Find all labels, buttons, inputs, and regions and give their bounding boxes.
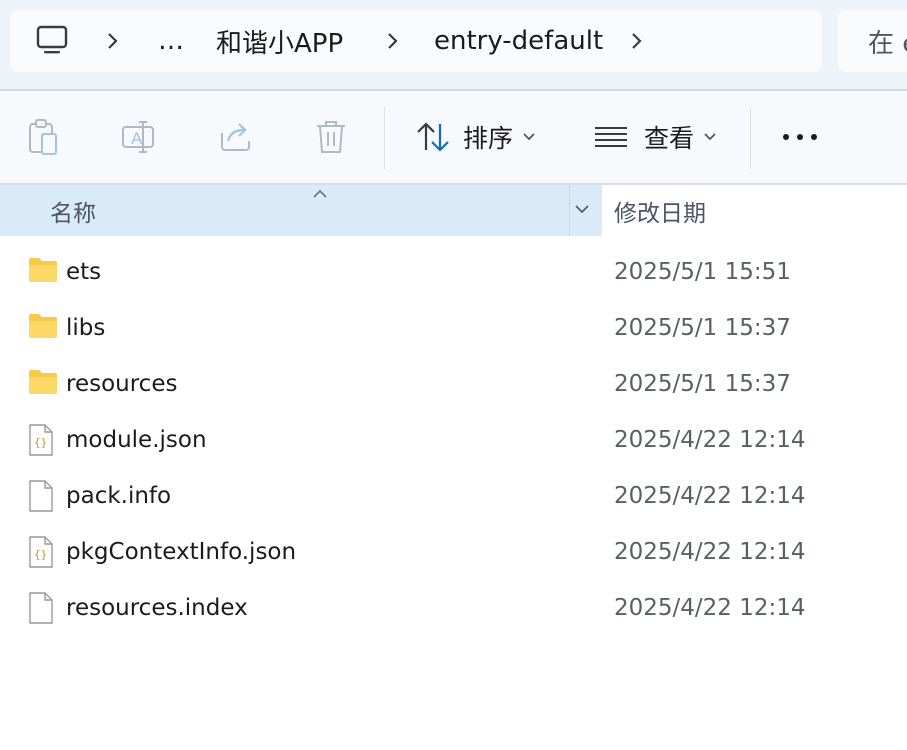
- file-icon: [28, 480, 58, 512]
- file-name: pkgContextInfo.json: [66, 539, 297, 565]
- column-header-name-label: 名称: [50, 200, 96, 227]
- file-date: 2025/4/22 12:14: [614, 595, 806, 621]
- view-list-icon: [595, 127, 627, 147]
- this-pc-icon[interactable]: [36, 24, 68, 60]
- file-row[interactable]: {} module.json 2025/4/22 12:14: [0, 412, 907, 468]
- delete-button[interactable]: [314, 91, 348, 183]
- svg-text:{}: {}: [34, 548, 47, 561]
- file-row[interactable]: pack.info 2025/4/22 12:14: [0, 468, 907, 524]
- sort-icon: [417, 122, 449, 152]
- breadcrumb[interactable]: … 和谐小APP entry-default: [10, 10, 822, 72]
- file-date: 2025/4/22 12:14: [614, 539, 806, 565]
- file-row[interactable]: ets 2025/5/1 15:51: [0, 244, 907, 300]
- sort-ascending-icon: [312, 184, 328, 203]
- file-date: 2025/4/22 12:14: [614, 483, 806, 509]
- chevron-right-icon[interactable]: [630, 10, 644, 72]
- chevron-down-icon: [704, 133, 716, 141]
- sort-button[interactable]: 排序: [415, 91, 535, 183]
- rename-button[interactable]: A: [121, 91, 157, 183]
- toolbar-separator: [750, 107, 751, 169]
- breadcrumb-item-app[interactable]: 和谐小APP: [216, 10, 343, 72]
- file-icon: [28, 592, 58, 624]
- file-date: 2025/4/22 12:14: [614, 427, 806, 453]
- chevron-down-icon: [523, 133, 535, 141]
- search-placeholder: 在 e: [868, 28, 907, 59]
- file-date: 2025/5/1 15:37: [614, 315, 791, 341]
- folder-icon: [28, 312, 58, 344]
- sort-label: 排序: [463, 124, 514, 153]
- json-file-icon: {}: [28, 424, 58, 456]
- file-row[interactable]: {} pkgContextInfo.json 2025/4/22 12:14: [0, 524, 907, 580]
- json-file-icon: {}: [28, 536, 58, 568]
- file-name: ets: [66, 259, 102, 285]
- file-date: 2025/5/1 15:51: [614, 259, 791, 285]
- column-header-date-modified[interactable]: 修改日期: [614, 185, 706, 236]
- file-name: module.json: [66, 427, 207, 453]
- file-name: resources.index: [66, 595, 248, 621]
- file-row[interactable]: resources.index 2025/4/22 12:14: [0, 580, 907, 636]
- folder-icon: [28, 368, 58, 400]
- svg-text:A: A: [131, 129, 143, 148]
- file-row[interactable]: libs 2025/5/1 15:37: [0, 300, 907, 356]
- toolbar-separator: [384, 107, 385, 169]
- folder-icon: [28, 256, 58, 288]
- more-options-button[interactable]: [782, 91, 818, 183]
- command-bar: A 排序 查看: [0, 91, 907, 183]
- chevron-right-icon[interactable]: [386, 10, 400, 72]
- clipboard-icon: [29, 119, 57, 155]
- column-divider[interactable]: [569, 185, 570, 236]
- column-filter-dropdown-icon[interactable]: [573, 200, 591, 222]
- rename-icon: A: [122, 121, 154, 153]
- address-bar-area: … 和谐小APP entry-default 在 e: [0, 0, 907, 90]
- chevron-right-icon[interactable]: [106, 10, 120, 72]
- share-button[interactable]: [218, 91, 254, 183]
- breadcrumb-overflow[interactable]: …: [158, 10, 184, 72]
- breadcrumb-item-entry-default[interactable]: entry-default: [434, 10, 603, 72]
- share-icon: [221, 123, 250, 151]
- file-row[interactable]: resources 2025/5/1 15:37: [0, 356, 907, 412]
- file-name: libs: [66, 315, 106, 341]
- view-button[interactable]: 查看: [594, 91, 716, 183]
- svg-text:{}: {}: [34, 436, 47, 449]
- trash-icon: [317, 121, 345, 153]
- column-header-name[interactable]: 名称: [0, 185, 602, 236]
- file-name: pack.info: [66, 483, 172, 509]
- more-icon: [783, 134, 817, 140]
- paste-button[interactable]: [26, 91, 62, 183]
- file-date: 2025/5/1 15:37: [614, 371, 791, 397]
- view-label: 查看: [644, 124, 695, 153]
- file-name: resources: [66, 371, 178, 397]
- search-input[interactable]: 在 e: [838, 10, 907, 72]
